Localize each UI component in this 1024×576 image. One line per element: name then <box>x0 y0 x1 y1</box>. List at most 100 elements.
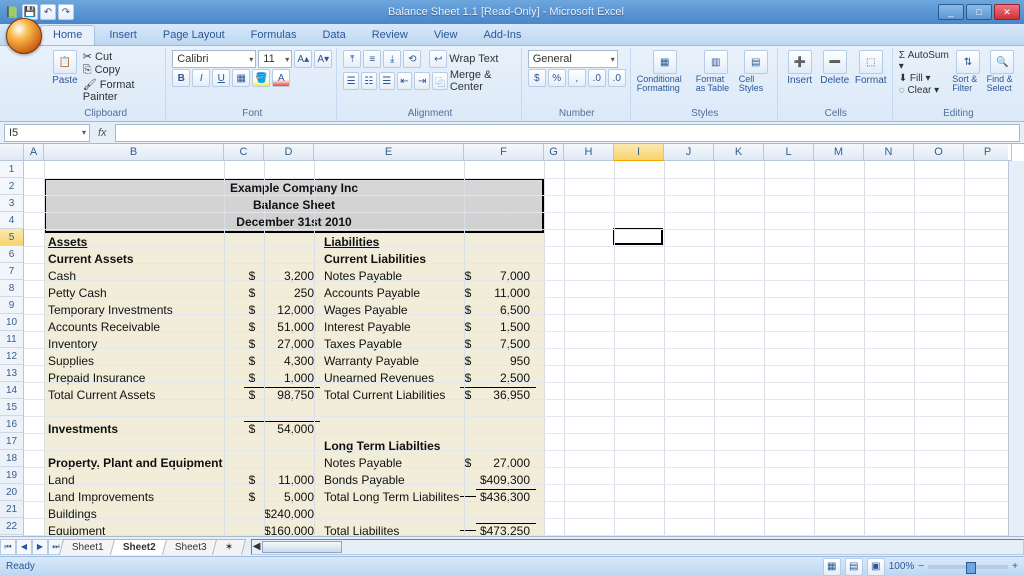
name-box[interactable]: I5 <box>4 124 90 142</box>
tab-insert[interactable]: Insert <box>97 26 149 45</box>
zoom-in-button[interactable]: + <box>1012 561 1018 572</box>
col-header-E[interactable]: E <box>314 144 464 161</box>
accounting-button[interactable]: $ <box>528 69 546 87</box>
col-header-D[interactable]: D <box>264 144 314 161</box>
bold-button[interactable]: B <box>172 69 190 87</box>
row-header-17[interactable]: 17 <box>0 433 24 450</box>
tab-review[interactable]: Review <box>360 26 420 45</box>
col-header-G[interactable]: G <box>544 144 564 161</box>
maximize-button[interactable]: □ <box>966 4 992 20</box>
delete-cells-button[interactable]: ➖Delete <box>819 50 851 86</box>
tab-nav-next[interactable]: ▶ <box>32 539 48 555</box>
tab-data[interactable]: Data <box>310 26 357 45</box>
format-as-table-button[interactable]: ▥Format as Table <box>696 50 736 93</box>
tab-home[interactable]: Home <box>40 25 95 45</box>
number-format-combo[interactable]: General <box>528 50 618 68</box>
qat-redo-icon[interactable]: ↷ <box>58 4 74 20</box>
tab-addins[interactable]: Add-Ins <box>471 26 533 45</box>
selected-cell[interactable] <box>613 228 663 245</box>
paste-button[interactable]: 📋Paste <box>50 50 80 86</box>
align-top-button[interactable]: ⤒ <box>343 50 361 68</box>
row-header-16[interactable]: 16 <box>0 416 24 433</box>
col-header-A[interactable]: A <box>24 144 44 161</box>
clear-button[interactable]: ◌ Clear ▾ <box>899 85 950 96</box>
col-header-F[interactable]: F <box>464 144 544 161</box>
zoom-out-button[interactable]: − <box>918 561 924 572</box>
align-left-button[interactable]: ☰ <box>343 72 359 90</box>
row-header-10[interactable]: 10 <box>0 314 24 331</box>
row-header-12[interactable]: 12 <box>0 348 24 365</box>
zoom-slider[interactable] <box>928 565 1008 569</box>
align-center-button[interactable]: ☷ <box>361 72 377 90</box>
col-header-H[interactable]: H <box>564 144 614 161</box>
find-select-button[interactable]: 🔍Find & Select <box>987 50 1018 93</box>
col-header-O[interactable]: O <box>914 144 964 161</box>
dec-decimal-button[interactable]: .0 <box>608 69 626 87</box>
cell-styles-button[interactable]: ▤Cell Styles <box>739 50 773 93</box>
col-header-L[interactable]: L <box>764 144 814 161</box>
close-button[interactable]: ✕ <box>994 4 1020 20</box>
col-header-N[interactable]: N <box>864 144 914 161</box>
row-header-14[interactable]: 14 <box>0 382 24 399</box>
row-header-23[interactable]: 23 <box>0 535 24 536</box>
fx-icon[interactable]: fx <box>94 127 111 139</box>
view-layout-icon[interactable]: ▤ <box>845 558 863 576</box>
col-header-I[interactable]: I <box>614 144 664 161</box>
row-header-7[interactable]: 7 <box>0 263 24 280</box>
font-color-button[interactable]: A <box>272 69 290 87</box>
row-header-4[interactable]: 4 <box>0 212 24 229</box>
col-header-C[interactable]: C <box>224 144 264 161</box>
inc-decimal-button[interactable]: .0 <box>588 69 606 87</box>
row-header-20[interactable]: 20 <box>0 484 24 501</box>
format-cells-button[interactable]: ⬚Format <box>854 50 888 86</box>
row-header-22[interactable]: 22 <box>0 518 24 535</box>
autosum-button[interactable]: Σ AutoSum ▾ <box>899 50 950 72</box>
sheet-tab-3[interactable]: Sheet3 <box>161 539 219 555</box>
vertical-scrollbar[interactable] <box>1008 161 1024 536</box>
qat-undo-icon[interactable]: ↶ <box>40 4 56 20</box>
align-right-button[interactable]: ☰ <box>379 72 395 90</box>
row-header-2[interactable]: 2 <box>0 178 24 195</box>
conditional-formatting-button[interactable]: ▦Conditional Formatting <box>637 50 693 93</box>
format-painter-button[interactable]: 🖌 Format Painter <box>83 78 162 103</box>
select-all-corner[interactable] <box>0 144 24 161</box>
row-header-6[interactable]: 6 <box>0 246 24 263</box>
font-size-combo[interactable]: 11 <box>258 50 292 68</box>
indent-inc-button[interactable]: ⇥ <box>414 72 430 90</box>
horizontal-scrollbar[interactable]: ◀ <box>251 539 1024 555</box>
italic-button[interactable]: I <box>192 69 210 87</box>
border-button[interactable]: ▦ <box>232 69 250 87</box>
col-header-M[interactable]: M <box>814 144 864 161</box>
percent-button[interactable]: % <box>548 69 566 87</box>
bs-cell[interactable] <box>460 496 476 497</box>
orientation-button[interactable]: ⟲ <box>403 50 421 68</box>
new-sheet-tab[interactable]: ✶ <box>212 539 247 555</box>
tab-formulas[interactable]: Formulas <box>239 26 309 45</box>
sheet-tab-2[interactable]: Sheet2 <box>110 539 169 555</box>
comma-button[interactable]: , <box>568 69 586 87</box>
align-bottom-button[interactable]: ⤓ <box>383 50 401 68</box>
col-header-B[interactable]: B <box>44 144 224 161</box>
tab-view[interactable]: View <box>422 26 470 45</box>
row-header-19[interactable]: 19 <box>0 467 24 484</box>
row-header-11[interactable]: 11 <box>0 331 24 348</box>
insert-cells-button[interactable]: ➕Insert <box>784 50 816 86</box>
underline-button[interactable]: U <box>212 69 230 87</box>
col-header-J[interactable]: J <box>664 144 714 161</box>
row-header-21[interactable]: 21 <box>0 501 24 518</box>
indent-dec-button[interactable]: ⇤ <box>397 72 413 90</box>
fill-button[interactable]: ⬇ Fill ▾ <box>899 73 950 84</box>
row-header-1[interactable]: 1 <box>0 161 24 178</box>
grow-font-button[interactable]: A▴ <box>294 50 312 68</box>
bs-cell[interactable] <box>460 530 476 531</box>
row-header-8[interactable]: 8 <box>0 280 24 297</box>
font-name-combo[interactable]: Calibri <box>172 50 256 68</box>
cut-button[interactable]: ✂ Cut <box>83 50 162 63</box>
view-normal-icon[interactable]: ▦ <box>823 558 841 576</box>
shrink-font-button[interactable]: A▾ <box>314 50 332 68</box>
row-header-5[interactable]: 5 <box>0 229 24 246</box>
row-header-9[interactable]: 9 <box>0 297 24 314</box>
merge-button[interactable]: ⿻ <box>432 72 448 90</box>
formula-input[interactable] <box>115 124 1020 142</box>
sort-filter-button[interactable]: ⇅Sort & Filter <box>952 50 983 93</box>
